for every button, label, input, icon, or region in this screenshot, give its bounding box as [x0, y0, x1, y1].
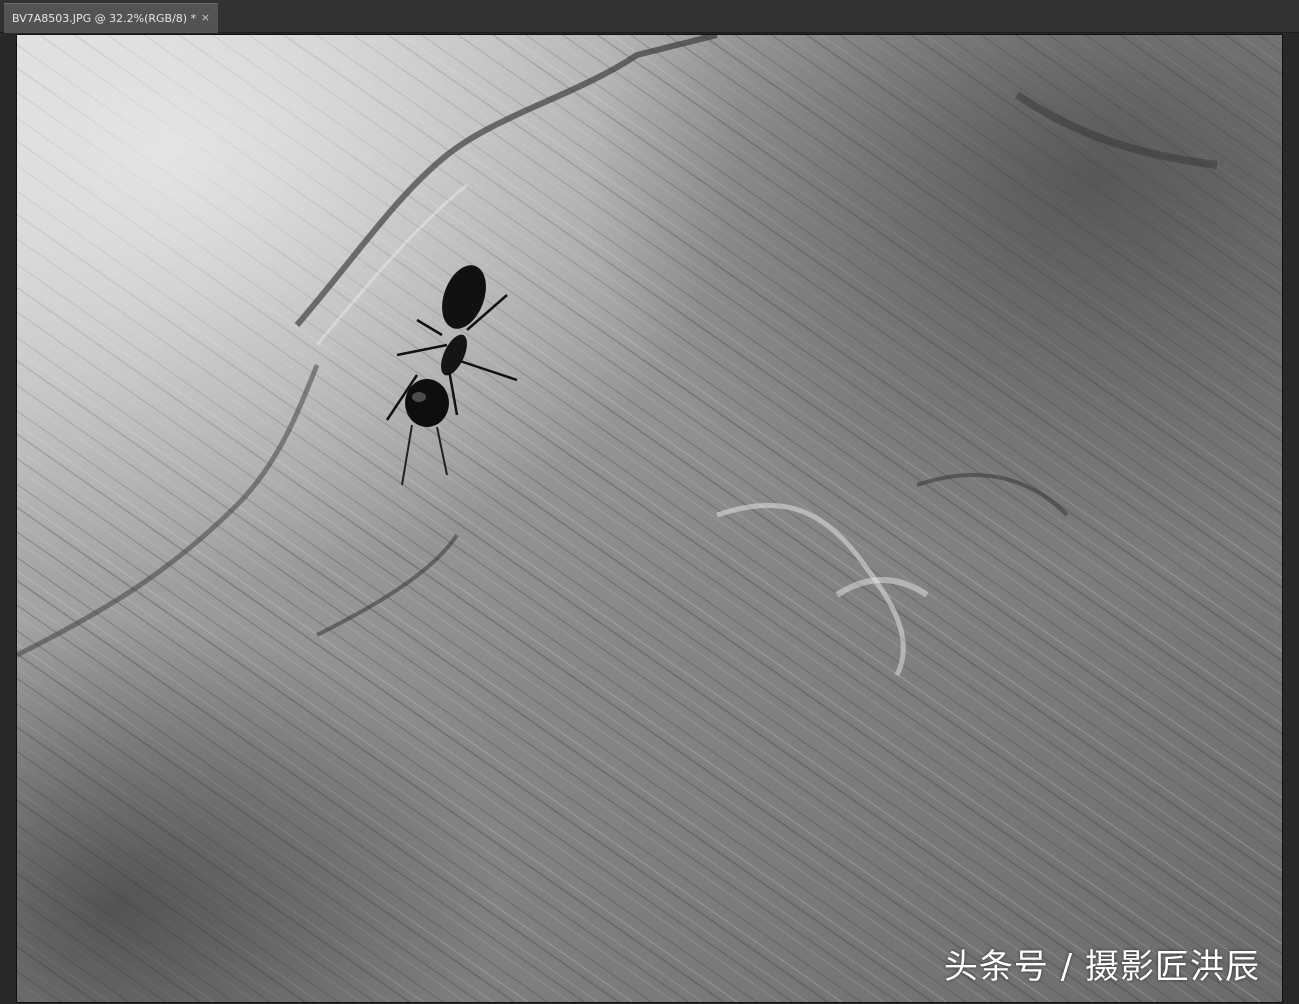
document-tab-bar: BV7A8503.JPG @ 32.2%(RGB/8) * × [0, 0, 1299, 33]
ant-on-bark-photo [17, 35, 1282, 1002]
photo-canvas[interactable]: 头条号 / 摄影匠洪辰 [17, 35, 1282, 1002]
document-tab[interactable]: BV7A8503.JPG @ 32.2%(RGB/8) * × [4, 3, 218, 33]
close-tab-icon[interactable]: × [201, 11, 210, 25]
watermark-text: 头条号 / 摄影匠洪辰 [943, 947, 1260, 987]
document-tab-title: BV7A8503.JPG @ 32.2%(RGB/8) * [12, 12, 197, 25]
canvas-workspace[interactable]: 头条号 / 摄影匠洪辰 [0, 33, 1299, 1004]
photoshop-window: BV7A8503.JPG @ 32.2%(RGB/8) * × 头条号 / 摄影… [0, 0, 1299, 1004]
